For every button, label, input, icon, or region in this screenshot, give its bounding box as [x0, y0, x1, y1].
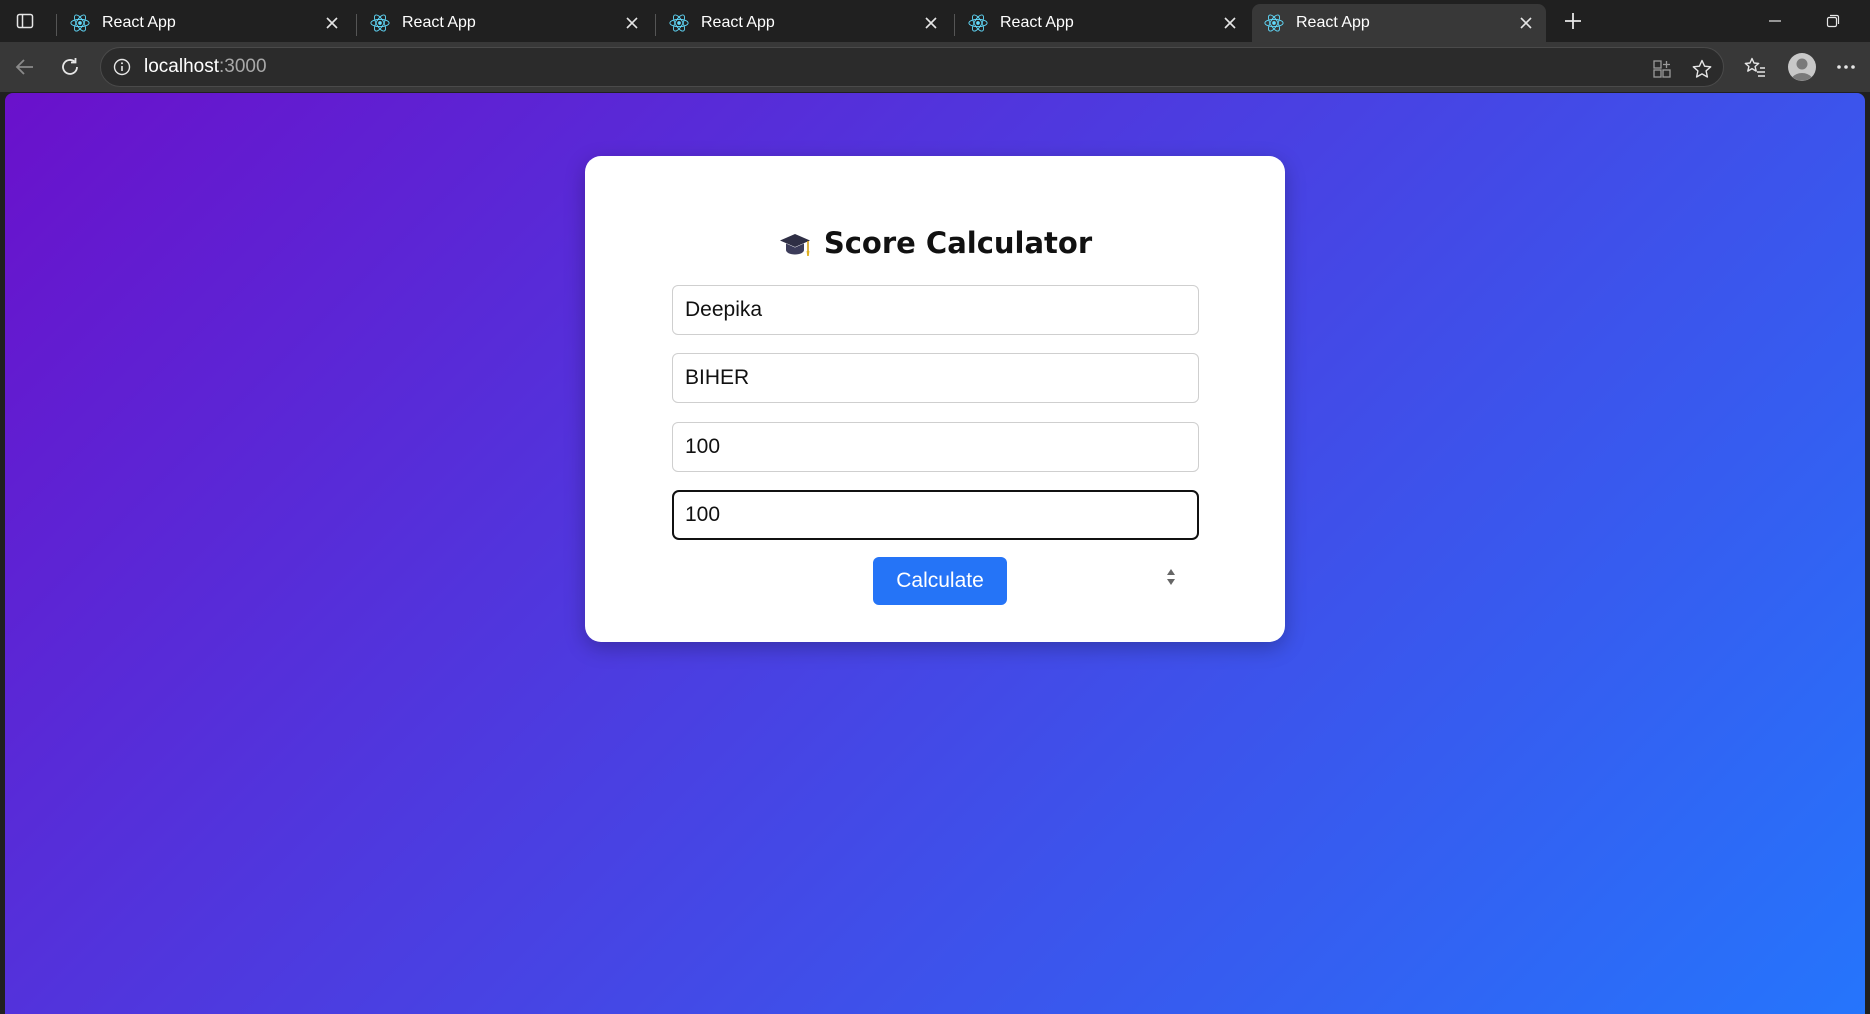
react-logo-icon: [968, 13, 988, 33]
restore-button[interactable]: [1818, 8, 1848, 34]
page-title: Score Calculator: [585, 226, 1285, 260]
close-icon[interactable]: [921, 13, 941, 33]
minimize-button[interactable]: [1760, 8, 1790, 34]
more-menu-button[interactable]: [1831, 52, 1861, 82]
tab-actions-button[interactable]: [10, 8, 40, 34]
ellipsis-icon: [1837, 65, 1855, 69]
plus-icon: [1565, 13, 1581, 29]
number-spinner-icon[interactable]: [1165, 565, 1177, 589]
url-port: :3000: [219, 56, 267, 77]
avatar-icon: [1788, 53, 1816, 81]
react-logo-icon: [669, 13, 689, 33]
close-icon[interactable]: [622, 13, 642, 33]
browser-tab[interactable]: React App: [956, 4, 1250, 42]
tab-separator: [356, 14, 357, 36]
reload-button[interactable]: [55, 52, 85, 82]
browser-toolbar: localhost:3000: [0, 42, 1870, 92]
tab-title: React App: [102, 14, 176, 31]
title-text: Score Calculator: [823, 226, 1093, 260]
name-input[interactable]: [672, 285, 1199, 335]
browser-tab-active[interactable]: React App: [1252, 4, 1546, 42]
sidebar-panel-icon: [16, 13, 34, 29]
react-logo-icon: [1264, 13, 1284, 33]
graduation-cap-icon: [778, 226, 812, 260]
close-icon[interactable]: [1516, 13, 1536, 33]
close-icon[interactable]: [1220, 13, 1240, 33]
browser-tab[interactable]: React App: [358, 4, 652, 42]
restore-icon: [1826, 14, 1840, 28]
app-available-icon[interactable]: [1649, 56, 1675, 82]
tab-separator: [954, 14, 955, 36]
minimize-icon: [1769, 20, 1781, 22]
tab-separator: [56, 14, 57, 36]
close-icon[interactable]: [322, 13, 342, 33]
calculator-card: Score Calculator Calculate: [585, 156, 1285, 642]
tab-separator: [655, 14, 656, 36]
tab-title: React App: [1000, 14, 1074, 31]
reload-icon: [62, 58, 78, 75]
browser-tab[interactable]: React App: [657, 4, 951, 42]
favorites-button[interactable]: [1740, 52, 1770, 82]
score-input-2[interactable]: [672, 490, 1199, 540]
url-host: localhost: [144, 56, 219, 77]
url-text[interactable]: localhost:3000: [144, 56, 267, 78]
tab-title: React App: [1296, 14, 1370, 31]
new-tab-button[interactable]: [1558, 6, 1588, 36]
tab-title: React App: [701, 14, 775, 31]
page-viewport: Score Calculator Calculate: [5, 93, 1865, 1014]
profile-button[interactable]: [1785, 50, 1819, 84]
site-info-icon[interactable]: [111, 56, 133, 78]
calculate-button[interactable]: Calculate: [873, 557, 1007, 605]
react-logo-icon: [370, 13, 390, 33]
back-button[interactable]: [10, 52, 40, 82]
arrow-left-icon: [15, 59, 33, 75]
address-bar[interactable]: localhost:3000: [100, 47, 1724, 87]
score-input-1[interactable]: [672, 422, 1199, 472]
browser-tab-strip: React App React App React App React App: [0, 0, 1870, 42]
tab-title: React App: [402, 14, 476, 31]
favorites-list-icon: [1744, 57, 1765, 77]
react-logo-icon: [70, 13, 90, 33]
college-input[interactable]: [672, 353, 1199, 403]
favorite-star-icon[interactable]: [1689, 56, 1715, 82]
browser-tab[interactable]: React App: [58, 4, 352, 42]
